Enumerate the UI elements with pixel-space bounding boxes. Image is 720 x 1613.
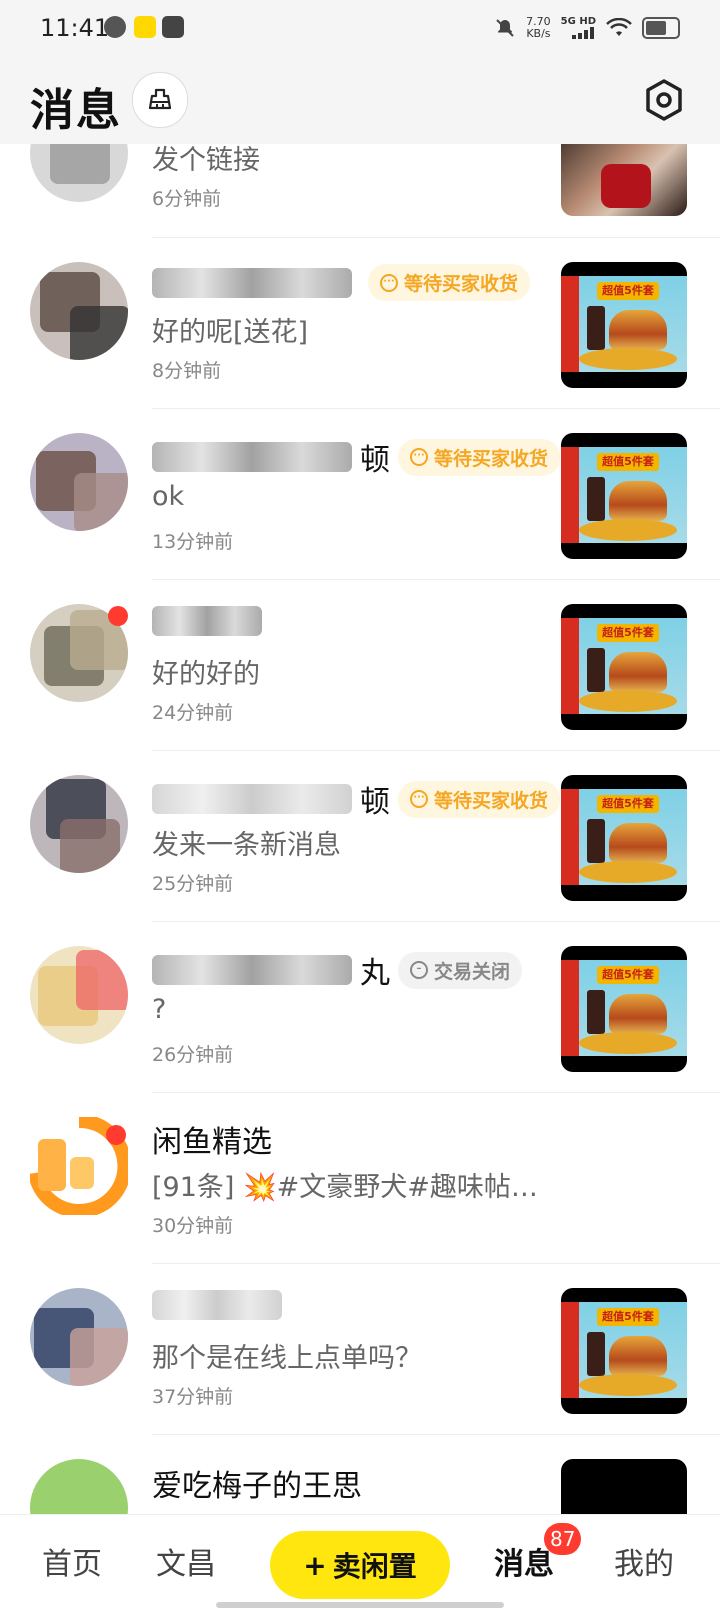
last-message: [91条] 💥#文豪野犬#趣味帖… bbox=[152, 1172, 538, 1203]
last-message: ? bbox=[152, 994, 167, 1025]
item-thumbnail[interactable]: 超值5件套 bbox=[561, 775, 687, 901]
message-time: 24分钟前 bbox=[152, 702, 234, 724]
name-redacted bbox=[152, 955, 352, 985]
conversation-item[interactable]: 爱吃梅子的王思 bbox=[0, 1435, 720, 1514]
status-badge: ··· 等待买家收货 bbox=[398, 438, 561, 476]
last-message: 那个是在线上点单吗？ bbox=[152, 1343, 422, 1374]
signal-indicator: 5G HD bbox=[561, 17, 596, 39]
unread-dot bbox=[106, 1125, 126, 1145]
contact-name: 丸 bbox=[360, 956, 390, 991]
vivo-icon bbox=[162, 16, 184, 38]
avatar bbox=[30, 144, 128, 202]
more-icon: ··· bbox=[380, 273, 398, 292]
mute-bell-icon bbox=[496, 19, 514, 37]
conversation-title-row: 顿 ··· 等待买家收货 bbox=[152, 435, 561, 479]
item-thumbnail[interactable]: 超值5件套 bbox=[561, 262, 687, 388]
contact-name: 闲鱼精选 bbox=[152, 1125, 272, 1160]
item-thumbnail[interactable]: 超值5件套 bbox=[561, 946, 687, 1072]
message-time: 26分钟前 bbox=[152, 1044, 234, 1066]
message-time: 37分钟前 bbox=[152, 1386, 234, 1408]
conversation-item[interactable]: 顿 ··· 等待买家收货 发来一条新消息 25分钟前 超值5件套 bbox=[0, 751, 720, 927]
avatar bbox=[30, 1288, 128, 1386]
message-time: 13分钟前 bbox=[152, 531, 234, 553]
item-thumbnail[interactable] bbox=[561, 1459, 687, 1514]
conversation-item[interactable]: 闲鱼精选 [91条] 💥#文豪野犬#趣味帖… 30分钟前 bbox=[0, 1093, 720, 1269]
settings-button[interactable] bbox=[640, 76, 688, 124]
conversation-item[interactable]: 那个是在线上点单吗？ 37分钟前 超值5件套 bbox=[0, 1264, 720, 1440]
conversation-title-row: 丸 – 交易关闭 bbox=[152, 948, 523, 992]
network-speed: 7.70 KB/s bbox=[526, 15, 551, 40]
name-redacted bbox=[152, 267, 352, 298]
status-right: 7.70 KB/s 5G HD bbox=[494, 14, 680, 42]
status-badge: ··· 等待买家收货 bbox=[398, 780, 561, 818]
minus-circle-icon: – bbox=[410, 961, 428, 979]
home-indicator[interactable] bbox=[216, 1602, 504, 1608]
tab-mine[interactable]: 我的 bbox=[614, 1539, 674, 1583]
sell-label: 卖闲置 bbox=[332, 1550, 417, 1583]
header: 消息 bbox=[0, 56, 720, 144]
avatar bbox=[30, 433, 128, 531]
contact-name: 爱吃梅子的王思 bbox=[152, 1469, 362, 1504]
status-time: 11:41 bbox=[40, 14, 110, 42]
name-redacted bbox=[152, 784, 352, 814]
page-title: 消息 bbox=[30, 85, 122, 136]
conversation-item[interactable]: 顿 ··· 等待买家收货 ok 13分钟前 超值5件套 bbox=[0, 409, 720, 585]
message-time: 25分钟前 bbox=[152, 873, 234, 895]
clean-unread-button[interactable] bbox=[132, 72, 188, 128]
bottom-tab-bar: 首页 文昌 + 卖闲置 消息 87 我的 bbox=[0, 1514, 720, 1613]
item-thumbnail[interactable]: 超值5件套 bbox=[561, 604, 687, 730]
tab-wenchang[interactable]: 文昌 bbox=[156, 1539, 216, 1583]
conversation-item[interactable]: 丸 – 交易关闭 ? 26分钟前 超值5件套 bbox=[0, 922, 720, 1098]
last-message: 发来一条新消息 bbox=[152, 830, 341, 861]
avatar bbox=[30, 775, 128, 873]
name-redacted bbox=[152, 1290, 282, 1320]
conversation-title-row: 顿 ··· 等待买家收货 bbox=[152, 777, 561, 821]
name-redacted bbox=[152, 606, 262, 636]
unread-count-badge: 87 bbox=[544, 1523, 582, 1555]
conversation-title-row: 闲鱼精选 bbox=[152, 1117, 272, 1161]
signal-icon bbox=[572, 27, 594, 39]
last-message: 好的好的 bbox=[152, 659, 260, 690]
item-thumbnail[interactable] bbox=[561, 144, 687, 216]
item-thumbnail[interactable]: 超值5件套 bbox=[561, 1288, 687, 1414]
item-thumbnail[interactable]: 超值5件套 bbox=[561, 433, 687, 559]
conversation-title-row: 爱吃梅子的王思 bbox=[152, 1461, 362, 1505]
conversation-title-row bbox=[152, 606, 270, 636]
message-time: 30分钟前 bbox=[152, 1215, 234, 1237]
avatar bbox=[30, 946, 128, 1044]
sell-button[interactable]: + 卖闲置 bbox=[270, 1531, 450, 1599]
conversation-list[interactable]: 发个链接 6分钟前 ··· 等待买家收货 好的呢[送花] 8分钟前 超值5件套 顿 bbox=[0, 144, 720, 1514]
conversation-item[interactable]: ··· 等待买家收货 好的呢[送花] 8分钟前 超值5件套 bbox=[0, 238, 720, 414]
unread-dot bbox=[108, 606, 128, 626]
avatar bbox=[30, 1459, 128, 1514]
status-badge: ··· 等待买家收货 bbox=[368, 264, 531, 301]
conversation-title-row bbox=[152, 1290, 290, 1320]
last-message: 好的呢[送花] bbox=[152, 317, 309, 348]
settings-icon bbox=[646, 79, 682, 121]
status-bar: 11:41 7.70 KB/s 5G HD bbox=[0, 0, 720, 56]
last-message: 发个链接 bbox=[152, 145, 260, 176]
plus-icon: + bbox=[303, 1548, 327, 1582]
broom-icon bbox=[148, 88, 172, 110]
wifi-icon bbox=[606, 18, 632, 36]
app-notification-icon bbox=[134, 16, 156, 38]
contact-name: 顿 bbox=[360, 785, 390, 820]
more-icon: ··· bbox=[410, 790, 428, 808]
tab-home[interactable]: 首页 bbox=[42, 1539, 102, 1583]
message-time: 6分钟前 bbox=[152, 188, 222, 210]
message-time: 8分钟前 bbox=[152, 360, 222, 382]
last-message: ok bbox=[152, 481, 185, 512]
avatar bbox=[30, 262, 128, 360]
more-icon: ··· bbox=[410, 448, 428, 466]
status-badge: – 交易关闭 bbox=[398, 951, 523, 989]
conversation-title-row: ··· 等待买家收货 bbox=[152, 264, 531, 301]
contact-name: 顿 bbox=[360, 443, 390, 478]
battery-icon bbox=[642, 17, 680, 39]
conversation-item[interactable]: 好的好的 24分钟前 超值5件套 bbox=[0, 580, 720, 756]
sync-icon bbox=[104, 16, 126, 38]
name-redacted bbox=[152, 442, 352, 472]
